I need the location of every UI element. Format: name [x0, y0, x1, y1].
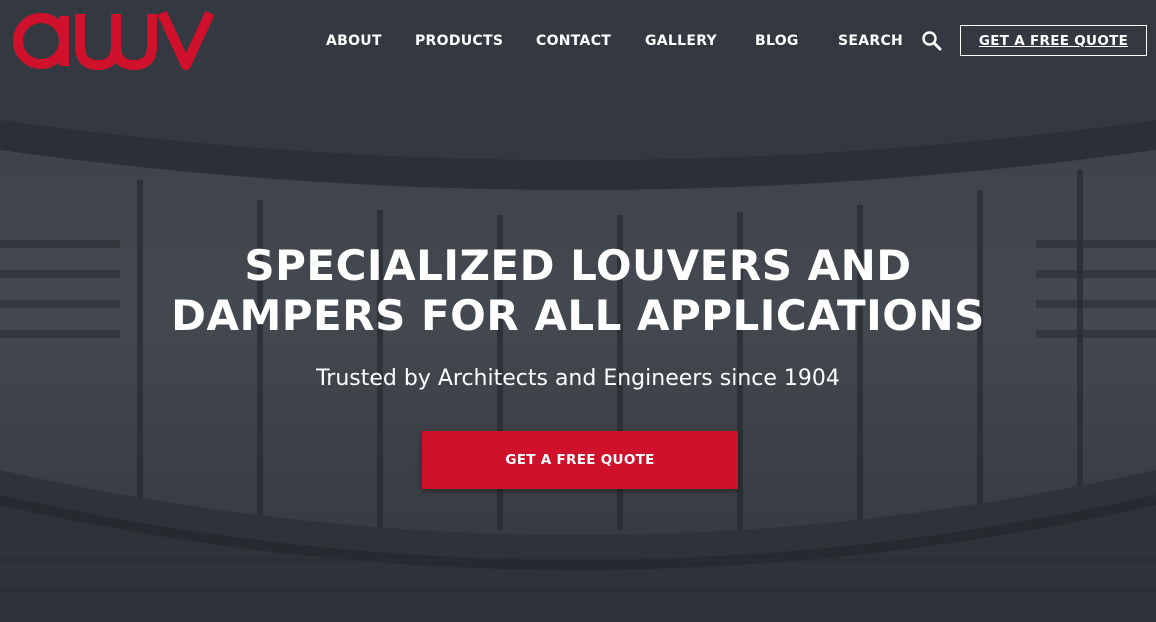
nav-gallery-link[interactable]: GALLERY	[645, 31, 717, 51]
nav-products-link[interactable]: PRODUCTS	[415, 31, 503, 51]
header-quote-button[interactable]: GET A FREE QUOTE	[960, 25, 1147, 56]
nav-about-link[interactable]: ABOUT	[326, 31, 382, 51]
hero-headline-line1: SPECIALIZED LOUVERS AND	[244, 241, 912, 290]
nav-search-link[interactable]: SEARCH	[838, 31, 903, 51]
awv-logo[interactable]	[12, 8, 215, 70]
hero-quote-button[interactable]: GET A FREE QUOTE	[422, 431, 738, 489]
nav-contact-link[interactable]: CONTACT	[536, 31, 611, 51]
hero-headline-line2: DAMPERS FOR ALL APPLICATIONS	[171, 291, 985, 340]
hero-subtitle: Trusted by Architects and Engineers sinc…	[316, 366, 840, 391]
nav-blog-link[interactable]: BLOG	[755, 31, 799, 51]
magnifier-icon[interactable]	[921, 30, 943, 52]
